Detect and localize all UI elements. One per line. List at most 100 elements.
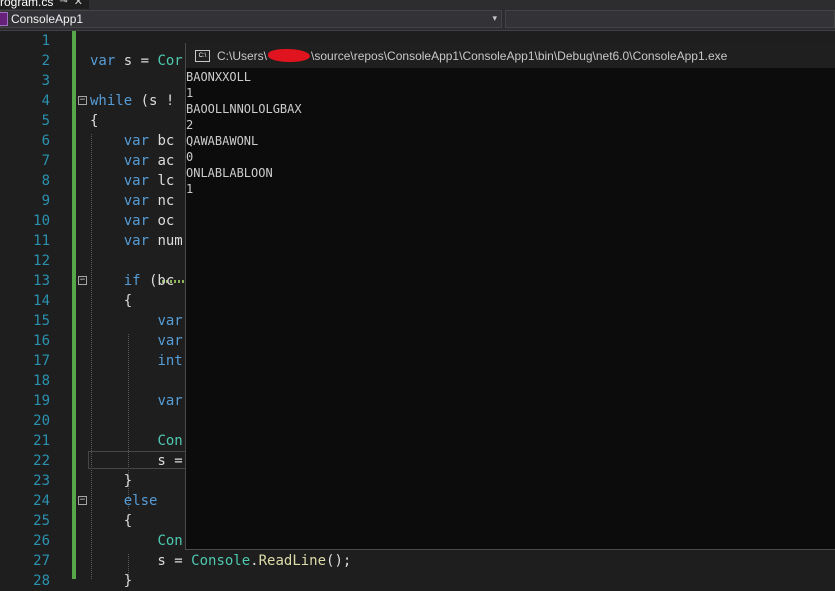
code-line[interactable]: var [90, 391, 183, 411]
document-tab-strip: rogram.cs ⊸ ✕ [0, 0, 835, 9]
code-line[interactable]: s = [90, 451, 183, 471]
console-output-line: ONLABLABLOON [186, 166, 273, 180]
console-title-prefix: C:\Users\ [217, 48, 268, 63]
code-token: ac [149, 153, 175, 169]
code-line[interactable]: var num [90, 231, 183, 251]
code-line[interactable]: int [90, 351, 183, 371]
csharp-project-icon [0, 12, 8, 26]
code-token: int [157, 353, 183, 369]
code-token: while [90, 93, 133, 109]
console-output-line: BAONXXOLL [186, 70, 252, 84]
collapse-icon[interactable]: − [78, 96, 87, 105]
line-number: 1 [41, 33, 50, 49]
code-token: oc [149, 213, 175, 229]
line-number: 21 [33, 433, 50, 449]
collapse-icon[interactable]: − [78, 496, 87, 505]
line-number: 28 [33, 573, 50, 589]
code-token: { [90, 513, 133, 529]
code-token: var [123, 213, 150, 229]
change-tracking-bar [72, 31, 76, 579]
code-token: { [90, 113, 99, 129]
code-line[interactable]: { [90, 291, 132, 311]
code-token: var [157, 333, 183, 349]
code-token: Console [191, 553, 251, 569]
code-token: ReadLine [258, 553, 327, 569]
collapse-icon[interactable]: − [78, 276, 87, 285]
code-token: s = [90, 453, 183, 469]
line-number: 16 [33, 333, 50, 349]
code-token: nc [149, 193, 175, 209]
code-line[interactable]: var nc [90, 191, 175, 211]
line-number: 25 [33, 513, 50, 529]
code-token: var [123, 173, 150, 189]
line-number: 8 [41, 173, 50, 189]
code-line[interactable]: var oc [90, 211, 175, 231]
code-token: bc [149, 133, 175, 149]
code-token: var [123, 233, 150, 249]
code-line[interactable]: var s = Cor [90, 51, 183, 71]
code-line[interactable]: var lc [90, 171, 175, 191]
code-line[interactable]: else [90, 491, 158, 511]
code-line[interactable]: } [90, 471, 132, 491]
code-line[interactable]: s = Console.ReadLine(); [90, 551, 351, 571]
code-line[interactable]: var [90, 331, 183, 351]
code-token: } [90, 573, 133, 589]
tab-program-cs[interactable]: rogram.cs ⊸ ✕ [0, 0, 89, 9]
line-number: 13 [33, 273, 50, 289]
line-number: 11 [33, 233, 50, 249]
console-output-line: QAWABAWONL [186, 134, 259, 148]
code-token: var [123, 133, 150, 149]
project-dropdown[interactable]: ConsoleApp1 ▾ [0, 10, 502, 28]
line-number: 19 [33, 393, 50, 409]
code-token: else [123, 493, 158, 509]
code-line[interactable]: if (bc [90, 271, 175, 291]
code-line[interactable]: var [90, 311, 183, 331]
code-token: Con [157, 533, 183, 549]
code-line[interactable]: } [90, 571, 132, 591]
code-token: num [149, 233, 183, 249]
code-token: lc [149, 173, 175, 189]
tab-label: rogram.cs [0, 0, 54, 9]
code-token: (); [326, 553, 352, 569]
code-line[interactable]: while (s ! [90, 91, 174, 111]
code-line[interactable]: { [90, 511, 132, 531]
pin-icon[interactable]: ⊸ [59, 0, 67, 7]
chevron-down-icon[interactable]: ▾ [492, 13, 497, 24]
code-line[interactable]: Con [90, 431, 182, 451]
console-output-line: 1 [186, 182, 194, 196]
close-icon[interactable]: ✕ [74, 0, 83, 8]
console-title-suffix: \source\repos\ConsoleApp1\ConsoleApp1\bi… [311, 48, 728, 63]
line-number: 17 [33, 353, 50, 369]
line-number: 3 [41, 73, 50, 89]
code-token: { [90, 293, 133, 309]
code-token: var [123, 193, 150, 209]
code-line[interactable]: { [90, 111, 98, 131]
code-line[interactable]: var bc [90, 131, 175, 151]
navigation-bar: ConsoleApp1 ▾ [0, 9, 835, 31]
console-title-bar[interactable]: C:\ C:\Users\ \source\repos\ConsoleApp1\… [186, 43, 835, 68]
line-number: 22 [33, 453, 50, 469]
code-line[interactable]: Con [90, 531, 183, 551]
line-number: 20 [33, 413, 50, 429]
line-number: 24 [33, 493, 50, 509]
code-token: var [157, 313, 183, 329]
member-dropdown[interactable] [505, 10, 835, 28]
code-token: var [123, 153, 150, 169]
code-token: } [90, 473, 133, 489]
code-token: s = [90, 553, 192, 569]
code-line[interactable]: var ac [90, 151, 175, 171]
line-number: 14 [33, 293, 50, 309]
code-token: var [157, 393, 183, 409]
code-token: if [123, 273, 141, 289]
console-window[interactable]: C:\ C:\Users\ \source\repos\ConsoleApp1\… [185, 43, 835, 550]
